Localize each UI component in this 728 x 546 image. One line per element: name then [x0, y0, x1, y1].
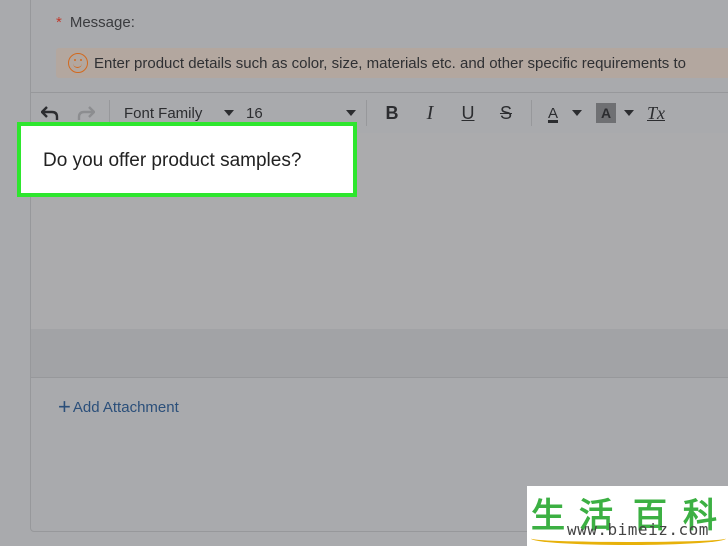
- required-mark: *: [56, 14, 62, 31]
- clear-format-button[interactable]: Tx: [640, 98, 672, 128]
- add-attachment-link[interactable]: + Add Attachment: [58, 394, 179, 419]
- add-attachment-label: Add Attachment: [72, 398, 179, 416]
- highlight-color-button[interactable]: A: [594, 98, 618, 128]
- message-input-highlight[interactable]: Do you offer product samples?: [17, 122, 357, 197]
- toolbar-divider: [531, 100, 532, 126]
- editor-footer: [31, 329, 728, 378]
- hint-text: Enter product details such as color, siz…: [94, 54, 686, 72]
- message-label-row: * Message:: [56, 14, 135, 31]
- highlight-color-dropdown[interactable]: [618, 98, 640, 128]
- font-family-label: Font Family: [124, 104, 203, 122]
- text-color-dropdown[interactable]: [568, 98, 586, 128]
- message-label: Message:: [69, 14, 135, 31]
- chevron-down-icon: [224, 110, 234, 116]
- smile-icon: [68, 53, 88, 73]
- font-size-value: 16: [246, 104, 263, 122]
- highlight-label: A: [596, 103, 616, 123]
- watermark-char: 生: [531, 496, 565, 536]
- watermark-logo: 生 活 百 科 www.bimeiz.com: [527, 486, 728, 546]
- chevron-down-icon: [572, 110, 582, 116]
- plus-icon: +: [58, 394, 71, 419]
- underline-button[interactable]: U: [449, 98, 487, 128]
- chevron-down-icon: [346, 110, 356, 116]
- toolbar-divider: [366, 100, 367, 126]
- chevron-down-icon: [624, 110, 634, 116]
- watermark-swoosh: [531, 532, 726, 545]
- hint-bar: Enter product details such as color, siz…: [56, 48, 728, 78]
- italic-button[interactable]: I: [411, 98, 449, 128]
- strikethrough-button[interactable]: S: [487, 98, 525, 128]
- text-color-button[interactable]: A: [538, 98, 568, 128]
- message-text: Do you offer product samples?: [43, 150, 302, 171]
- bold-button[interactable]: B: [373, 98, 411, 128]
